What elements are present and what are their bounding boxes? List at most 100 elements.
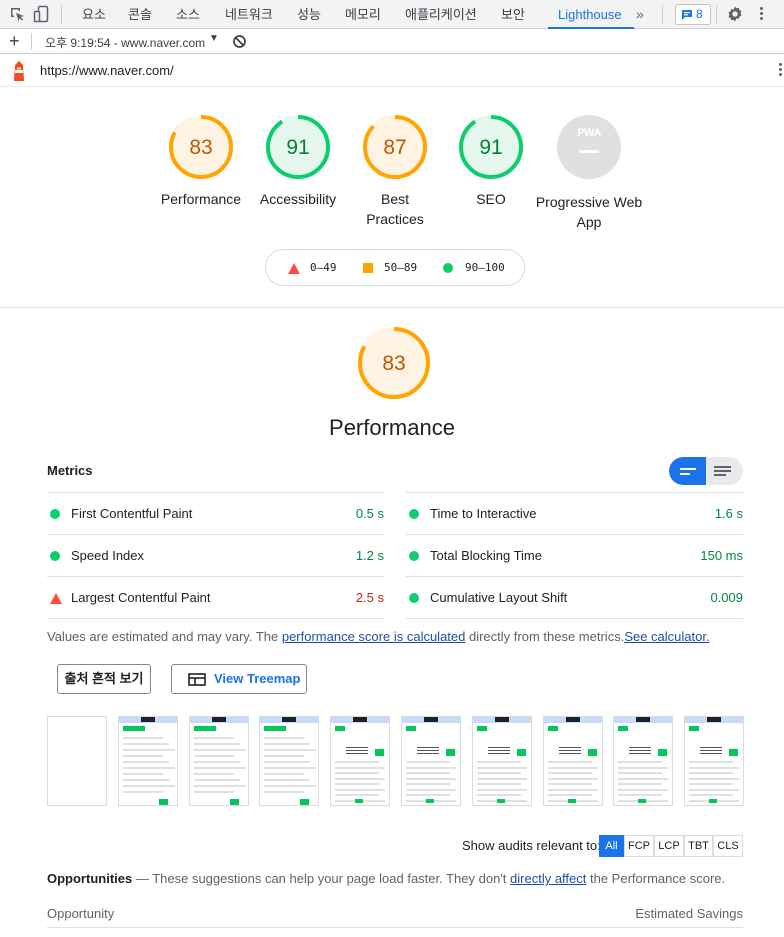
metrics-view-toggle[interactable] <box>669 457 743 485</box>
filter-fcp-button[interactable]: FCP <box>624 835 654 857</box>
gauge-performance[interactable]: 83 Performance <box>146 113 256 209</box>
filmstrip-frame <box>542 716 603 806</box>
tab-elements[interactable]: 요소 <box>82 0 106 29</box>
frame-content-line <box>122 785 175 787</box>
frame-content-line <box>193 779 240 781</box>
gauge-best-practices[interactable]: 87 Best Practices <box>340 113 450 229</box>
frame-content-line <box>618 777 669 780</box>
toolbar-divider <box>31 33 32 50</box>
lighthouse-logo-icon <box>14 61 24 81</box>
frame-content-line <box>689 772 734 774</box>
gauge-accessibility-ring-score: 91 <box>286 136 309 159</box>
frame-green-block <box>587 749 597 756</box>
filter-all-button[interactable]: All <box>599 835 624 857</box>
tab-sources[interactable]: 소스 <box>176 0 200 29</box>
frame-content-line <box>335 777 386 780</box>
frame-content-line <box>547 794 592 796</box>
filter-cls-button[interactable]: CLS <box>713 835 743 857</box>
frame-content-line <box>335 783 380 785</box>
frame-content-line <box>193 767 246 769</box>
tab-console[interactable]: 콘솔 <box>128 0 152 29</box>
performance-large-ring-score: 83 <box>382 352 405 375</box>
frame-content-line <box>476 761 521 763</box>
score-calculated-link[interactable]: performance score is calculated <box>282 629 466 644</box>
frame-green-block <box>446 749 455 756</box>
tab-memory[interactable]: 메모리 <box>345 0 381 29</box>
clear-reports-icon[interactable] <box>232 34 247 49</box>
metric-row: Time to Interactive 1.6 s <box>406 492 743 534</box>
frame-content-line <box>618 794 663 796</box>
note-text: directly from these metrics. <box>465 629 625 644</box>
settings-gear-icon[interactable] <box>726 5 744 23</box>
filmstrip-frame <box>259 716 320 806</box>
tab-network[interactable]: 네트워크 <box>225 0 273 29</box>
gauge-best-practices-ring-score: 87 <box>383 136 406 159</box>
frame-logo <box>476 726 487 731</box>
filter-lcp-button[interactable]: LCP <box>654 835 684 857</box>
tab-performance[interactable]: 성능 <box>297 0 321 29</box>
performance-gauge-large: 83 <box>356 325 432 401</box>
treemap-icon <box>188 673 206 686</box>
opportunities-text: — These suggestions can help your page l… <box>132 871 511 886</box>
metric-row: First Contentful Paint 0.5 s <box>47 492 384 534</box>
frame-content-line <box>547 783 592 785</box>
frame-content-line <box>264 743 311 745</box>
metric-pass-circle-icon <box>50 551 60 561</box>
directly-affect-link[interactable]: directly affect <box>510 871 586 886</box>
frame-logo <box>122 726 145 731</box>
metric-value: 1.2 s <box>355 548 384 563</box>
filmstrip-frame <box>117 716 178 806</box>
frame-content-line <box>193 743 240 745</box>
fail-triangle-icon <box>288 263 300 274</box>
metric-row: Cumulative Layout Shift 0.009 <box>406 576 743 618</box>
new-report-button[interactable]: + <box>9 30 20 52</box>
gauge-pwa[interactable]: PWA Progressive Web App <box>534 115 644 232</box>
gauge-accessibility[interactable]: 91 Accessibility <box>243 113 353 209</box>
frame-content-line <box>406 772 450 774</box>
opportunities-description: Opportunities — These suggestions can he… <box>47 871 725 886</box>
frame-logo <box>618 726 629 731</box>
frame-dark-block <box>140 717 155 722</box>
frame-content-line <box>618 783 663 785</box>
frame-content-line <box>122 761 169 763</box>
opportunities-text: the Performance score. <box>586 871 726 886</box>
frame-green-block <box>567 799 576 803</box>
report-menu-icon[interactable] <box>779 63 782 78</box>
toggle-summary-view[interactable] <box>669 457 706 485</box>
view-treemap-button[interactable]: View Treemap <box>171 664 307 694</box>
metric-name: Largest Contentful Paint <box>71 590 211 605</box>
frame-content-line <box>476 783 521 785</box>
report-dropdown-caret-icon[interactable]: ▼ <box>209 33 219 44</box>
frame-content-line <box>406 761 450 763</box>
gauge-seo[interactable]: 91 SEO <box>436 113 546 209</box>
device-toolbar-icon[interactable] <box>33 5 51 23</box>
frame-content-line <box>406 794 450 796</box>
frame-content-line <box>547 761 592 763</box>
frame-content-line <box>122 791 163 793</box>
frame-green-block <box>638 799 647 803</box>
more-tabs-button[interactable]: » <box>636 0 644 29</box>
frame-content-line <box>335 772 380 774</box>
tab-application[interactable]: 애플리케이션 <box>405 0 477 29</box>
report-selector[interactable]: 오후 9:19:54 - www.naver.com <box>45 34 205 51</box>
see-calculator-link[interactable]: See calculator. <box>624 629 709 644</box>
frame-content-line <box>406 788 456 791</box>
customize-menu-icon[interactable] <box>760 7 763 22</box>
metric-value: 150 ms <box>700 548 743 563</box>
gauge-accessibility-ring: 91 <box>266 115 330 179</box>
frame-content-line <box>476 777 527 780</box>
view-source-trace-button[interactable]: 출처 흔적 보기 <box>57 664 151 694</box>
metric-row: Speed Index 1.2 s <box>47 534 384 576</box>
metric-value: 1.6 s <box>714 506 743 521</box>
inspect-element-icon[interactable] <box>8 5 26 23</box>
tab-security[interactable]: 보안 <box>501 0 525 29</box>
legend-fail-range: 0–49 <box>310 261 337 274</box>
frame-content-line <box>476 794 521 796</box>
filter-tbt-button[interactable]: TBT <box>684 835 713 857</box>
tab-lighthouse[interactable]: Lighthouse <box>548 0 634 29</box>
frame-content-line <box>193 737 234 739</box>
frame-content-line <box>476 772 521 774</box>
expanded-view-line <box>714 466 731 468</box>
issues-counter-button[interactable]: 8 <box>675 4 711 25</box>
metric-row: Total Blocking Time 150 ms <box>406 534 743 576</box>
